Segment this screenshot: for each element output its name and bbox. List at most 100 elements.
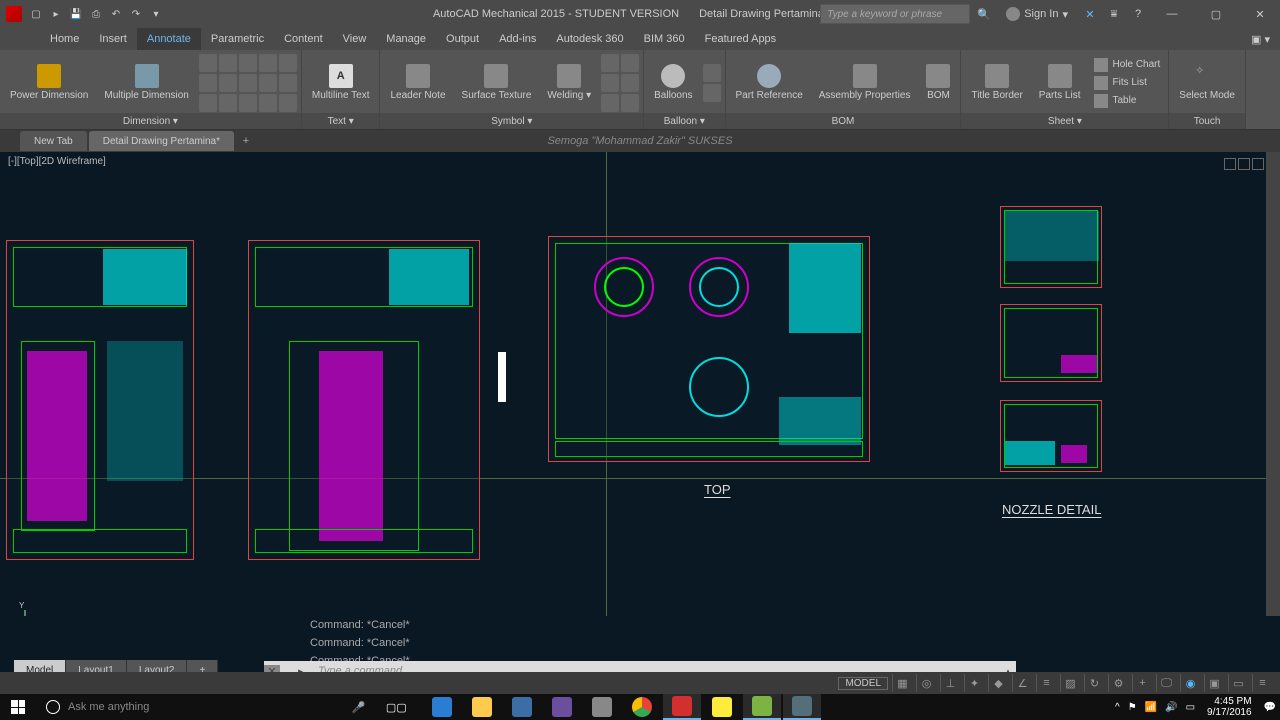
status-custom-icon[interactable]: ≡ <box>1252 674 1272 692</box>
status-otrack-icon[interactable]: ∠ <box>1012 674 1032 692</box>
tab-parametric[interactable]: Parametric <box>201 28 274 50</box>
status-monitor-icon[interactable]: 🖵 <box>1156 674 1176 692</box>
doc-tab-current[interactable]: Detail Drawing Pertamina* <box>89 131 234 151</box>
minimize-button[interactable]: — <box>1154 4 1190 24</box>
title-border-button[interactable]: Title Border <box>965 62 1028 103</box>
welding-button[interactable]: Welding ▾ <box>541 62 597 103</box>
qat-more-icon[interactable]: ▾ <box>148 6 164 22</box>
help-icon[interactable]: ? <box>1128 4 1148 24</box>
surface-texture-button[interactable]: Surface Texture <box>456 62 538 103</box>
tab-content[interactable]: Content <box>274 28 333 50</box>
status-model[interactable]: MODEL <box>838 677 888 690</box>
status-clean-icon[interactable]: ▭ <box>1228 674 1248 692</box>
dim-tool[interactable] <box>279 74 297 92</box>
panel-title-text[interactable]: Text ▾ <box>302 113 380 129</box>
balloon-tool[interactable] <box>703 64 721 82</box>
sym-tool[interactable] <box>601 54 619 72</box>
qat-save-icon[interactable]: 💾 <box>68 6 84 22</box>
dim-tool[interactable] <box>259 74 277 92</box>
dim-tool[interactable] <box>199 54 217 72</box>
select-mode-button[interactable]: ✧Select Mode <box>1173 62 1241 103</box>
status-workspace-icon[interactable]: + <box>1132 674 1152 692</box>
tab-addins[interactable]: Add-ins <box>489 28 546 50</box>
qat-new-icon[interactable]: ▢ <box>28 6 44 22</box>
dim-tool[interactable] <box>219 54 237 72</box>
status-transparency-icon[interactable]: ▨ <box>1060 674 1080 692</box>
status-ortho-icon[interactable]: ⊥ <box>940 674 960 692</box>
multiline-text-button[interactable]: AMultiline Text <box>306 62 376 103</box>
panel-title-sheet[interactable]: Sheet ▾ <box>961 113 1168 129</box>
fits-list-button[interactable]: Fits List <box>1090 75 1164 91</box>
dim-tool[interactable] <box>219 94 237 112</box>
status-grid-icon[interactable]: ▦ <box>892 674 912 692</box>
table-button[interactable]: Table <box>1090 93 1164 109</box>
tab-annotate[interactable]: Annotate <box>137 28 201 50</box>
panel-title-dimension[interactable]: Dimension ▾ <box>0 113 301 129</box>
tray-network-icon[interactable]: 📶 <box>1145 702 1157 713</box>
status-polar-icon[interactable]: ✦ <box>964 674 984 692</box>
panel-title-symbol[interactable]: Symbol ▾ <box>380 113 643 129</box>
parts-list-button[interactable]: Parts List <box>1033 62 1087 103</box>
drawing-canvas[interactable]: [-][Top][2D Wireframe] TOP <box>0 152 1280 658</box>
sym-tool[interactable] <box>601 74 619 92</box>
search-input[interactable]: Type a keyword or phrase <box>820 4 970 24</box>
taskbar-app3[interactable] <box>743 694 781 720</box>
tray-icon[interactable]: ⚑ <box>1128 702 1137 713</box>
vp-close-icon[interactable] <box>1252 158 1264 170</box>
power-dimension-button[interactable]: Power Dimension <box>4 62 94 103</box>
taskbar-notes[interactable] <box>703 694 741 720</box>
scrollbar-vertical[interactable] <box>1266 152 1280 658</box>
tab-bim360[interactable]: BIM 360 <box>634 28 695 50</box>
tray-clock[interactable]: 4:45 PM 9/17/2016 <box>1203 696 1256 718</box>
dim-tool[interactable] <box>239 94 257 112</box>
dim-tool[interactable] <box>259 54 277 72</box>
sym-tool[interactable] <box>621 54 639 72</box>
status-snap-icon[interactable]: ◎ <box>916 674 936 692</box>
panel-title-balloon[interactable]: Balloon ▾ <box>644 113 724 129</box>
multiple-dimension-button[interactable]: Multiple Dimension <box>98 62 194 103</box>
taskbar-explorer[interactable] <box>463 694 501 720</box>
sign-in-button[interactable]: Sign In ▾ <box>998 7 1076 21</box>
dim-tool[interactable] <box>199 94 217 112</box>
vp-maximize-icon[interactable] <box>1238 158 1250 170</box>
status-osnap-icon[interactable]: ◆ <box>988 674 1008 692</box>
tab-view[interactable]: View <box>333 28 377 50</box>
dim-tool[interactable] <box>219 74 237 92</box>
tray-notifications-icon[interactable]: 💬 <box>1264 702 1276 713</box>
viewport-label[interactable]: [-][Top][2D Wireframe] <box>8 156 106 167</box>
start-button[interactable] <box>0 694 36 720</box>
dim-tool[interactable] <box>259 94 277 112</box>
balloon-tool[interactable] <box>703 84 721 102</box>
taskbar-chrome[interactable] <box>623 694 661 720</box>
maximize-button[interactable]: ▢ <box>1198 4 1234 24</box>
balloons-button[interactable]: Balloons <box>648 62 698 103</box>
taskbar-app2[interactable] <box>583 694 621 720</box>
tray-volume-icon[interactable]: 🔊 <box>1165 702 1177 713</box>
status-isolate-icon[interactable]: ▣ <box>1204 674 1224 692</box>
hole-chart-button[interactable]: Hole Chart <box>1090 57 1164 73</box>
status-cycling-icon[interactable]: ↻ <box>1084 674 1104 692</box>
tab-extra-icon[interactable]: ▣ ▾ <box>1251 28 1270 50</box>
tray-up-icon[interactable]: ^ <box>1115 702 1120 713</box>
dim-tool[interactable] <box>239 54 257 72</box>
tray-lang-icon[interactable]: ▭ <box>1186 702 1195 713</box>
status-lineweight-icon[interactable]: ≡ <box>1036 674 1056 692</box>
vp-minimize-icon[interactable] <box>1224 158 1236 170</box>
qat-undo-icon[interactable]: ↶ <box>108 6 124 22</box>
close-button[interactable]: ✕ <box>1242 4 1278 24</box>
dim-tool[interactable] <box>239 74 257 92</box>
app-icon[interactable] <box>6 6 22 22</box>
exchange-icon[interactable]: ✕ <box>1080 4 1100 24</box>
taskbar-mic-icon[interactable]: 🎤 <box>339 694 377 720</box>
assembly-properties-button[interactable]: Assembly Properties <box>813 62 917 103</box>
tab-featured[interactable]: Featured Apps <box>695 28 787 50</box>
tab-manage[interactable]: Manage <box>376 28 436 50</box>
doc-tab-add-button[interactable]: + <box>236 135 256 147</box>
qat-print-icon[interactable]: ⎙ <box>88 6 104 22</box>
tab-output[interactable]: Output <box>436 28 489 50</box>
taskbar-edge[interactable] <box>423 694 461 720</box>
leader-note-button[interactable]: Leader Note <box>384 62 451 103</box>
tab-autodesk360[interactable]: Autodesk 360 <box>546 28 633 50</box>
status-annoscale-icon[interactable]: ⚙ <box>1108 674 1128 692</box>
search-icon[interactable]: 🔍 <box>974 4 994 24</box>
